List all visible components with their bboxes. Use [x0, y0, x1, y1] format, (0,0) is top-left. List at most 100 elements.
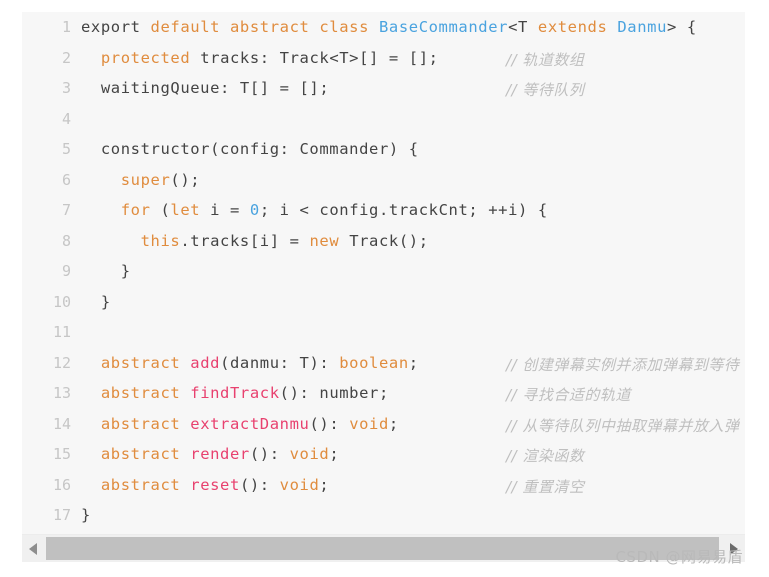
code-line: 1 export default abstract class BaseComma… [22, 12, 745, 43]
code-line-content [81, 104, 745, 135]
scrollbar-thumb[interactable] [46, 537, 719, 560]
chevron-right-icon [730, 542, 738, 555]
line-number: 6 [61, 170, 71, 189]
code-token: } [81, 292, 111, 311]
code-token: 0 [249, 201, 260, 220]
code-line: 5 constructor(config: Commander) { [22, 134, 745, 165]
code-token: (): number; [279, 384, 389, 403]
code-token: constructor(config: Commander) { [81, 140, 419, 159]
code-token: (): [309, 414, 350, 433]
code-line-content: this.tracks[i] = new Track(); [81, 226, 745, 257]
horizontal-scrollbar[interactable] [22, 534, 745, 562]
code-line-content: abstract findTrack(): number; // 寻找合适的轨道 [81, 378, 745, 409]
code-line: 8 this.tracks[i] = new Track(); [22, 226, 745, 257]
code-source: export default abstract class BaseComman… [81, 18, 697, 36]
code-comment: // 重置清空 [506, 477, 585, 496]
code-token: void [289, 445, 330, 464]
code-token: let [170, 201, 211, 220]
code-comment: // 渲染函数 [506, 447, 585, 466]
code-token: extends [537, 18, 618, 37]
code-line-content: constructor(config: Commander) { [81, 134, 745, 165]
line-number: 2 [61, 48, 71, 67]
line-number: 14 [52, 414, 71, 433]
scroll-right-button[interactable] [723, 535, 745, 562]
line-number: 10 [52, 292, 71, 311]
code-source: protected tracks: Track<T>[] = []; [81, 49, 439, 67]
code-token: abstract [100, 353, 191, 372]
code-line: 3 waitingQueue: T[] = []; // 等待队列 [22, 73, 745, 104]
code-scroll-area[interactable]: 1 export default abstract class BaseComma… [22, 12, 745, 534]
code-token: Track(); [349, 231, 429, 250]
code-token: ; [319, 475, 330, 494]
code-line: 9 } [22, 256, 745, 287]
scroll-left-button[interactable] [22, 535, 44, 562]
line-number: 5 [61, 140, 71, 159]
line-number: 13 [52, 384, 71, 403]
code-source: abstract add(danmu: T): boolean; [81, 354, 419, 372]
code-source: abstract findTrack(): number; [81, 384, 389, 402]
code-source: abstract render(): void; [81, 445, 339, 463]
code-line-content: abstract render(): void; // 渲染函数 [81, 439, 745, 470]
code-line-content: abstract add(danmu: T): boolean; // 创建弹幕实… [81, 348, 745, 379]
screenshot-root: 1 export default abstract class BaseComma… [0, 0, 769, 577]
code-token: } [81, 506, 91, 525]
code-token: render [190, 445, 250, 464]
code-token: default abstract class [150, 18, 379, 37]
code-token: findTrack [190, 384, 280, 403]
code-line-content [81, 317, 745, 348]
code-line: 11 [22, 317, 745, 348]
code-line-content: export default abstract class BaseComman… [81, 12, 745, 43]
code-line: 13 abstract findTrack(): number; // 寻找合适的… [22, 378, 745, 409]
code-token: (); [170, 170, 201, 189]
code-token: tracks: Track<T>[] = []; [200, 48, 439, 67]
code-line: 4 [22, 104, 745, 135]
code-token: this [140, 231, 181, 250]
code-source: waitingQueue: T[] = []; [81, 79, 329, 97]
code-token: .tracks[i] = [180, 231, 310, 250]
line-number: 7 [61, 201, 71, 220]
code-token: protected [100, 48, 201, 67]
code-token: reset [190, 475, 240, 494]
code-token: > { [667, 18, 697, 37]
code-line: 14 abstract extractDanmu(): void; // 从等待队… [22, 409, 745, 440]
code-token: } [81, 262, 131, 281]
code-source: } [81, 262, 131, 280]
line-number: 15 [52, 445, 71, 464]
code-line-content: } [81, 287, 745, 318]
code-lines-body: 1 export default abstract class BaseComma… [22, 12, 745, 531]
code-line: 16 abstract reset(): void; // 重置清空 [22, 470, 745, 501]
code-token: export [81, 18, 151, 37]
code-source: abstract reset(): void; [81, 476, 329, 494]
code-token: (danmu: T): [220, 353, 340, 372]
code-token: boolean [339, 353, 409, 372]
code-token: add [190, 353, 221, 372]
code-token: BaseCommander [378, 18, 509, 37]
line-number: 12 [52, 353, 71, 372]
code-source: for (let i = 0; i < config.trackCnt; ++i… [81, 201, 548, 219]
code-comment: // 创建弹幕实例并添加弹幕到等待 [506, 355, 740, 374]
code-token: (): [239, 475, 280, 494]
code-line-content: } [81, 256, 745, 287]
code-line: 7 for (let i = 0; i < config.trackCnt; +… [22, 195, 745, 226]
line-number: 17 [52, 506, 71, 525]
code-line-content: super(); [81, 165, 745, 196]
line-number: 11 [52, 323, 71, 342]
code-token: ( [160, 201, 171, 220]
code-comment: // 从等待队列中抽取弹幕并放入弹 [506, 416, 740, 435]
code-token: ; i < config.trackCnt; ++i) { [259, 201, 548, 220]
code-token: void [279, 475, 320, 494]
line-number: 4 [61, 109, 71, 128]
code-token: waitingQueue: T[] = []; [81, 79, 330, 98]
code-block: 1 export default abstract class BaseComma… [22, 12, 745, 562]
code-line-content: } [81, 500, 745, 531]
code-token: extractDanmu [190, 414, 310, 433]
code-line: 10 } [22, 287, 745, 318]
code-source: this.tracks[i] = new Track(); [81, 232, 429, 250]
code-token: <T [508, 18, 538, 37]
code-comment: // 等待队列 [506, 81, 585, 100]
